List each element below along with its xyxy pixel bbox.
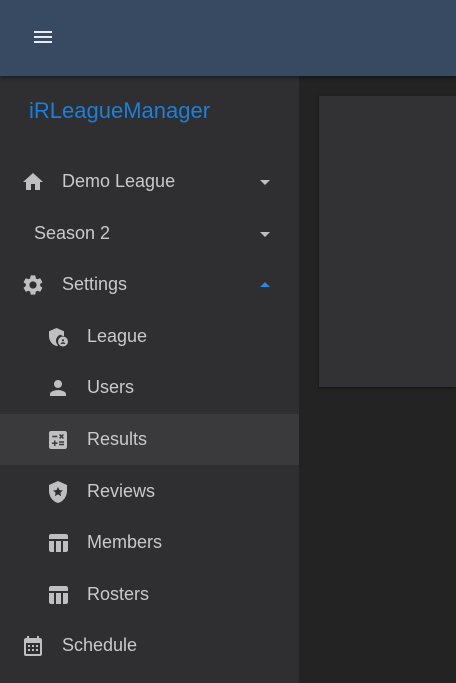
sidebar-item-users[interactable]: Users bbox=[0, 362, 299, 413]
sidebar-item-reviews[interactable]: Reviews bbox=[0, 466, 299, 517]
sidebar-item-users-label: Users bbox=[87, 377, 135, 397]
league-selector-label: Demo League bbox=[62, 171, 176, 191]
calendar-icon bbox=[21, 634, 45, 658]
chevron-up-icon bbox=[253, 273, 277, 297]
navigation-drawer: iRLeagueManager Demo League Season 2 Set… bbox=[0, 76, 299, 683]
admin-shield-icon bbox=[46, 325, 70, 349]
sidebar-item-schedule-label: Schedule bbox=[62, 635, 138, 655]
chevron-down-icon bbox=[253, 170, 277, 194]
sidebar-item-settings[interactable]: Settings bbox=[0, 259, 299, 310]
home-icon bbox=[21, 170, 45, 194]
app-bar bbox=[0, 0, 456, 76]
chevron-down-icon bbox=[253, 222, 277, 246]
season-selector-label: Season 2 bbox=[34, 223, 111, 243]
sidebar-item-schedule[interactable]: Schedule bbox=[0, 620, 299, 671]
season-selector[interactable]: Season 2 bbox=[0, 208, 299, 259]
brand-title[interactable]: iRLeagueManager bbox=[29, 98, 210, 124]
shield-star-icon bbox=[46, 480, 70, 504]
sidebar-item-results-label: Results bbox=[87, 429, 148, 449]
sidebar-item-league-label: League bbox=[87, 326, 148, 346]
sidebar-item-results[interactable]: Results bbox=[0, 414, 299, 465]
table-icon bbox=[46, 583, 70, 607]
sidebar-item-league[interactable]: League bbox=[0, 311, 299, 362]
content-card bbox=[319, 96, 456, 387]
sidebar-item-rosters[interactable]: Rosters bbox=[0, 569, 299, 620]
league-selector[interactable]: Demo League bbox=[0, 156, 299, 207]
sidebar-item-rosters-label: Rosters bbox=[87, 584, 150, 604]
sidebar-item-members-label: Members bbox=[87, 532, 163, 552]
table-icon bbox=[46, 531, 70, 555]
calculator-icon bbox=[46, 428, 70, 452]
person-icon bbox=[46, 376, 70, 400]
hamburger-menu-icon bbox=[34, 31, 52, 43]
hamburger-menu-button[interactable] bbox=[20, 14, 66, 60]
sidebar-item-settings-label: Settings bbox=[62, 274, 128, 294]
sidebar-item-reviews-label: Reviews bbox=[87, 481, 156, 501]
sidebar-item-members[interactable]: Members bbox=[0, 517, 299, 568]
gear-icon bbox=[21, 273, 45, 297]
